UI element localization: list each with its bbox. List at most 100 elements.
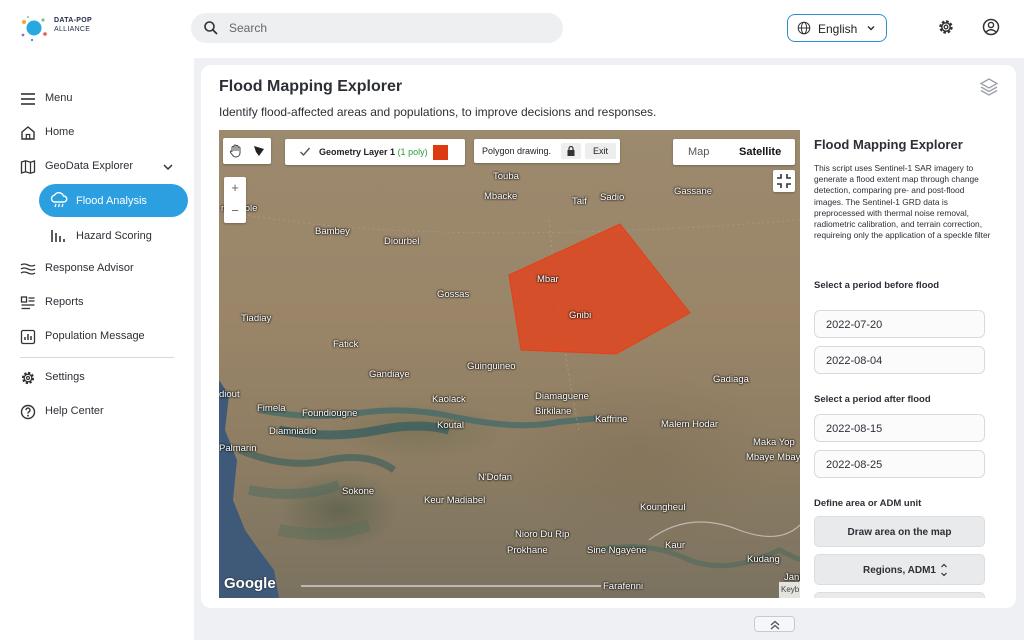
menu-icon: [21, 93, 35, 105]
sidebar-item-reports[interactable]: Reports: [0, 291, 194, 315]
search-input[interactable]: [229, 19, 529, 37]
layers-icon[interactable]: [979, 77, 999, 97]
after-start-date-field[interactable]: 2022-08-15: [814, 414, 985, 442]
map-place-label: Maka Yop: [753, 437, 795, 448]
hand-pan-icon[interactable]: [228, 143, 244, 159]
lock-button[interactable]: [561, 143, 581, 159]
before-start-date-field[interactable]: 2022-07-20: [814, 310, 985, 338]
polygon-draw-icon[interactable]: [251, 143, 267, 159]
logo-mark-icon: [21, 16, 47, 42]
page-title: Flood Mapping Explorer: [219, 78, 403, 95]
sidebar-item-population-message[interactable]: Population Message: [0, 325, 194, 349]
sidebar-item-hazard-scoring[interactable]: Hazard Scoring: [39, 219, 188, 252]
map-place-label: Keur Madiabel: [424, 495, 486, 506]
search-bar[interactable]: [191, 13, 563, 43]
brand-name-line2: ALLIANCE: [54, 26, 91, 33]
map-place-label: diout: [219, 389, 240, 400]
after-end-date-field[interactable]: 2022-08-25: [814, 450, 985, 478]
top-bar: DATA-POP ALLIANCE English: [0, 0, 1024, 58]
map-place-label: Farafenni: [603, 581, 644, 592]
sidebar-item-help-center[interactable]: Help Center: [0, 400, 194, 424]
map-place-label: Sine Ngayène: [587, 545, 647, 556]
sidebar-item-label: Population Message: [45, 330, 145, 342]
map-place-label: Kaolack: [432, 394, 466, 405]
fullscreen-button[interactable]: [773, 170, 795, 192]
map-place-label: Fimela: [257, 403, 286, 414]
zoom-out-button[interactable]: −: [224, 200, 246, 223]
date-value: 2022-08-25: [826, 459, 883, 471]
keyboard-shortcuts-link[interactable]: Keyb: [779, 582, 800, 598]
panel-description: This script uses Sentinel-1 SAR imagery …: [814, 163, 991, 241]
before-period-label: Select a period before flood: [814, 280, 940, 291]
map-place-label: Mbacke: [484, 191, 518, 202]
map-place-label: Mbaye Mbaye: [746, 452, 800, 463]
layer-visibility-checkbox[interactable]: [299, 146, 311, 158]
map-place-label: Taif: [572, 196, 587, 207]
button-label: Draw area on the map: [847, 527, 952, 538]
sidebar-item-label: Hazard Scoring: [76, 230, 152, 242]
sidebar-item-label: Flood Analysis: [76, 195, 147, 207]
language-selector[interactable]: English: [787, 14, 887, 42]
map-place-label: Birkilane: [535, 406, 572, 417]
map-place-label: Palmarin: [219, 443, 257, 454]
map-place-label: Koutal: [437, 420, 464, 431]
map-place-label: Mbar: [537, 274, 559, 285]
search-icon: [204, 21, 218, 35]
layer-color-swatch[interactable]: [433, 145, 448, 160]
map-place-label: Nioro Du Rip: [515, 529, 570, 540]
draw-area-button[interactable]: Draw area on the map: [814, 516, 985, 547]
chevron-down-icon[interactable]: [162, 161, 174, 173]
brand-logo[interactable]: DATA-POP ALLIANCE: [18, 14, 98, 44]
sidebar-item-settings[interactable]: Settings: [0, 366, 194, 390]
map-place-label: Fatick: [333, 339, 359, 350]
map-place-label: Diourbel: [384, 236, 420, 247]
map-place-label: Diamniadio: [269, 426, 317, 437]
geometry-layer-label[interactable]: Geometry Layer 1 (1 poly): [319, 147, 428, 157]
home-icon: [21, 126, 35, 140]
globe-icon: [797, 21, 811, 35]
scroll-to-top-button[interactable]: [754, 616, 795, 632]
panel-title: Flood Mapping Explorer: [814, 137, 963, 152]
sidebar-item-geodata-explorer[interactable]: GeoData Explorer: [0, 155, 194, 179]
map-place-label: Malem Hodar: [661, 419, 719, 430]
lock-icon: [567, 145, 575, 156]
polygon-drawing-bar: Polygon drawing. Exit: [474, 139, 620, 163]
sidebar-item-label: Reports: [45, 296, 84, 308]
map-place-label: Touba: [493, 171, 519, 182]
exit-drawing-button[interactable]: Exit: [585, 143, 616, 159]
date-value: 2022-08-04: [826, 355, 883, 367]
map-place-label: Sadio: [600, 192, 625, 203]
gear-icon[interactable]: [936, 17, 956, 37]
waves-icon: [20, 263, 36, 275]
map-place-label: Kaur: [665, 540, 686, 551]
map-place-label: Kudang: [747, 554, 780, 565]
sidebar-item-home[interactable]: Home: [0, 121, 194, 145]
user-account-icon[interactable]: [981, 17, 1001, 37]
map-type-satellite-button[interactable]: Satellite: [739, 146, 781, 158]
reports-icon: [20, 296, 35, 310]
zoom-in-button[interactable]: +: [224, 177, 246, 200]
map-type-map-button[interactable]: Map: [688, 146, 709, 158]
map-place-label: Tiadiay: [241, 313, 272, 324]
before-end-date-field[interactable]: 2022-08-04: [814, 346, 985, 374]
sidebar-item-menu[interactable]: Menu: [0, 87, 194, 111]
next-control-partial[interactable]: [814, 592, 985, 598]
sidebar-item-label: Settings: [45, 371, 85, 383]
sidebar-item-flood-analysis[interactable]: Flood Analysis: [39, 184, 188, 217]
gear-icon: [21, 371, 35, 385]
map-place-label: Prokhane: [507, 545, 548, 556]
sidebar-item-label: Home: [45, 126, 75, 138]
map-icon: [20, 160, 36, 174]
area-definition-label: Define area or ADM unit: [814, 498, 922, 509]
map-place-label: Foundiougne: [302, 408, 358, 419]
main-card: Flood Mapping Explorer Identify flood-af…: [201, 65, 1016, 608]
adm-unit-select[interactable]: Regions, ADM1: [814, 554, 985, 585]
sidebar-item-label: Menu: [45, 92, 73, 104]
map-place-label: Guinguineo: [467, 361, 516, 372]
satellite-map[interactable]: Touba Mbacke Taif Sadio Gassane nombole …: [219, 130, 800, 598]
double-chevron-up-icon: [770, 620, 780, 630]
flood-settings-panel: Flood Mapping Explorer This script uses …: [806, 130, 1003, 598]
sidebar-item-label: GeoData Explorer: [45, 160, 134, 172]
cloud-rain-icon: [50, 192, 68, 208]
sidebar-item-response-advisor[interactable]: Response Advisor: [0, 257, 194, 281]
